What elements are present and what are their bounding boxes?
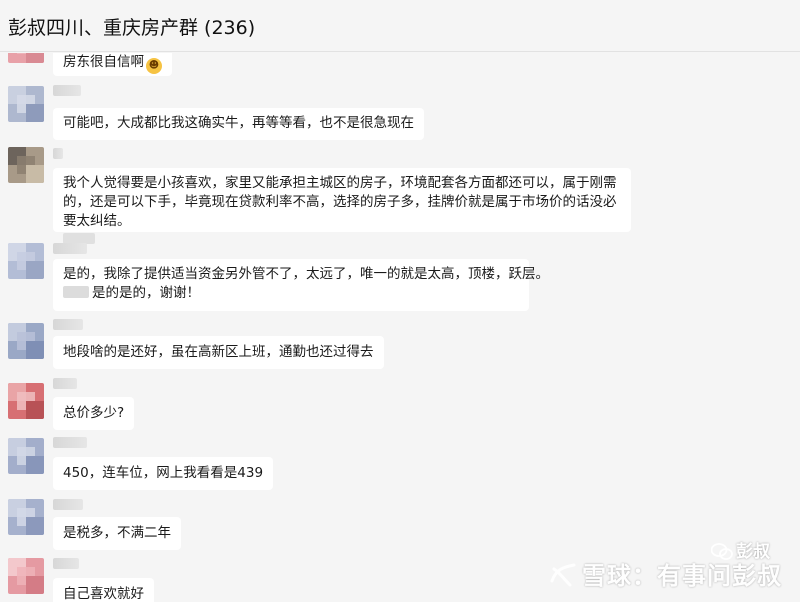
chat-header: 彭叔四川、重庆房产群 (236) xyxy=(0,0,800,52)
message-bubble: 可能吧，大成都比我这确实牛，再等等看，也不是很急现在 xyxy=(53,108,424,140)
sender-name xyxy=(53,243,87,254)
message-text: 我个人觉得要是小孩喜欢，家里又能承担主城区的房子，环境配套各方面都还可以，属于刚… xyxy=(63,175,617,229)
message-bubble: 总价多少? xyxy=(53,397,135,430)
avatar[interactable] xyxy=(8,438,44,474)
message-text: 450，连车位，网上我看看是439 xyxy=(63,465,264,481)
message-text: 是的，我除了提供适当资金另外管不了，太远了，唯一的就是太高，顶楼，跃层。 xyxy=(63,266,549,282)
message-bubble: 房东很自信啊 ☻ xyxy=(53,53,172,76)
reply-text: 是的是的，谢谢！ xyxy=(92,285,200,301)
avatar[interactable] xyxy=(8,323,44,359)
sender-name xyxy=(53,148,63,159)
avatar[interactable] xyxy=(8,383,44,419)
sender-name xyxy=(53,378,77,389)
message-bubble: 地段啥的是还好，虽在高新区上班，通勤也还过得去 xyxy=(53,336,384,369)
message-text: 自己喜欢就好 xyxy=(63,586,144,602)
message-bubble: 自己喜欢就好 xyxy=(53,578,154,602)
sender-name xyxy=(53,85,81,96)
group-title: 彭叔四川、重庆房产群 (236) xyxy=(8,17,256,39)
grinning-face-emoji-icon: ☻ xyxy=(146,58,162,74)
message-list[interactable]: 房东很自信啊 ☻ 可能吧，大成都比我这确实牛，再等等看，也不是很急现在 我个人觉得… xyxy=(0,53,800,602)
avatar[interactable] xyxy=(8,499,44,535)
watermark: 雪球：有事问彭叔 xyxy=(548,556,782,596)
message-bubble: 450，连车位，网上我看看是439 xyxy=(53,457,274,490)
avatar[interactable] xyxy=(8,147,44,183)
avatar[interactable] xyxy=(8,558,44,594)
message-text: 可能吧，大成都比我这确实牛，再等等看，也不是很急现在 xyxy=(63,115,414,131)
watermark-text: 雪球：有事问彭叔 xyxy=(582,562,782,590)
message-text: 是税多，不满二年 xyxy=(63,525,171,541)
message-text: 地段啥的是还好，虽在高新区上班，通勤也还过得去 xyxy=(63,344,374,360)
message-text: 房东很自信啊 xyxy=(63,54,144,70)
message-bubble: 是的，我除了提供适当资金另外管不了，太远了，唯一的就是太高，顶楼，跃层。 是的是… xyxy=(53,259,549,311)
sender-name xyxy=(53,499,83,510)
redacted-name xyxy=(63,286,89,298)
sender-name xyxy=(53,319,83,330)
sender-name xyxy=(53,558,79,569)
avatar[interactable] xyxy=(8,86,44,122)
sender-name xyxy=(53,437,87,448)
xueqiu-snowball-icon xyxy=(550,563,576,586)
avatar[interactable] xyxy=(8,243,44,279)
message-bubble: 我个人觉得要是小孩喜欢，家里又能承担主城区的房子，环境配套各方面都还可以，属于刚… xyxy=(53,168,631,244)
avatar[interactable] xyxy=(8,53,44,63)
message-bubble: 是税多，不满二年 xyxy=(53,517,181,550)
message-text: 总价多少? xyxy=(63,405,125,421)
